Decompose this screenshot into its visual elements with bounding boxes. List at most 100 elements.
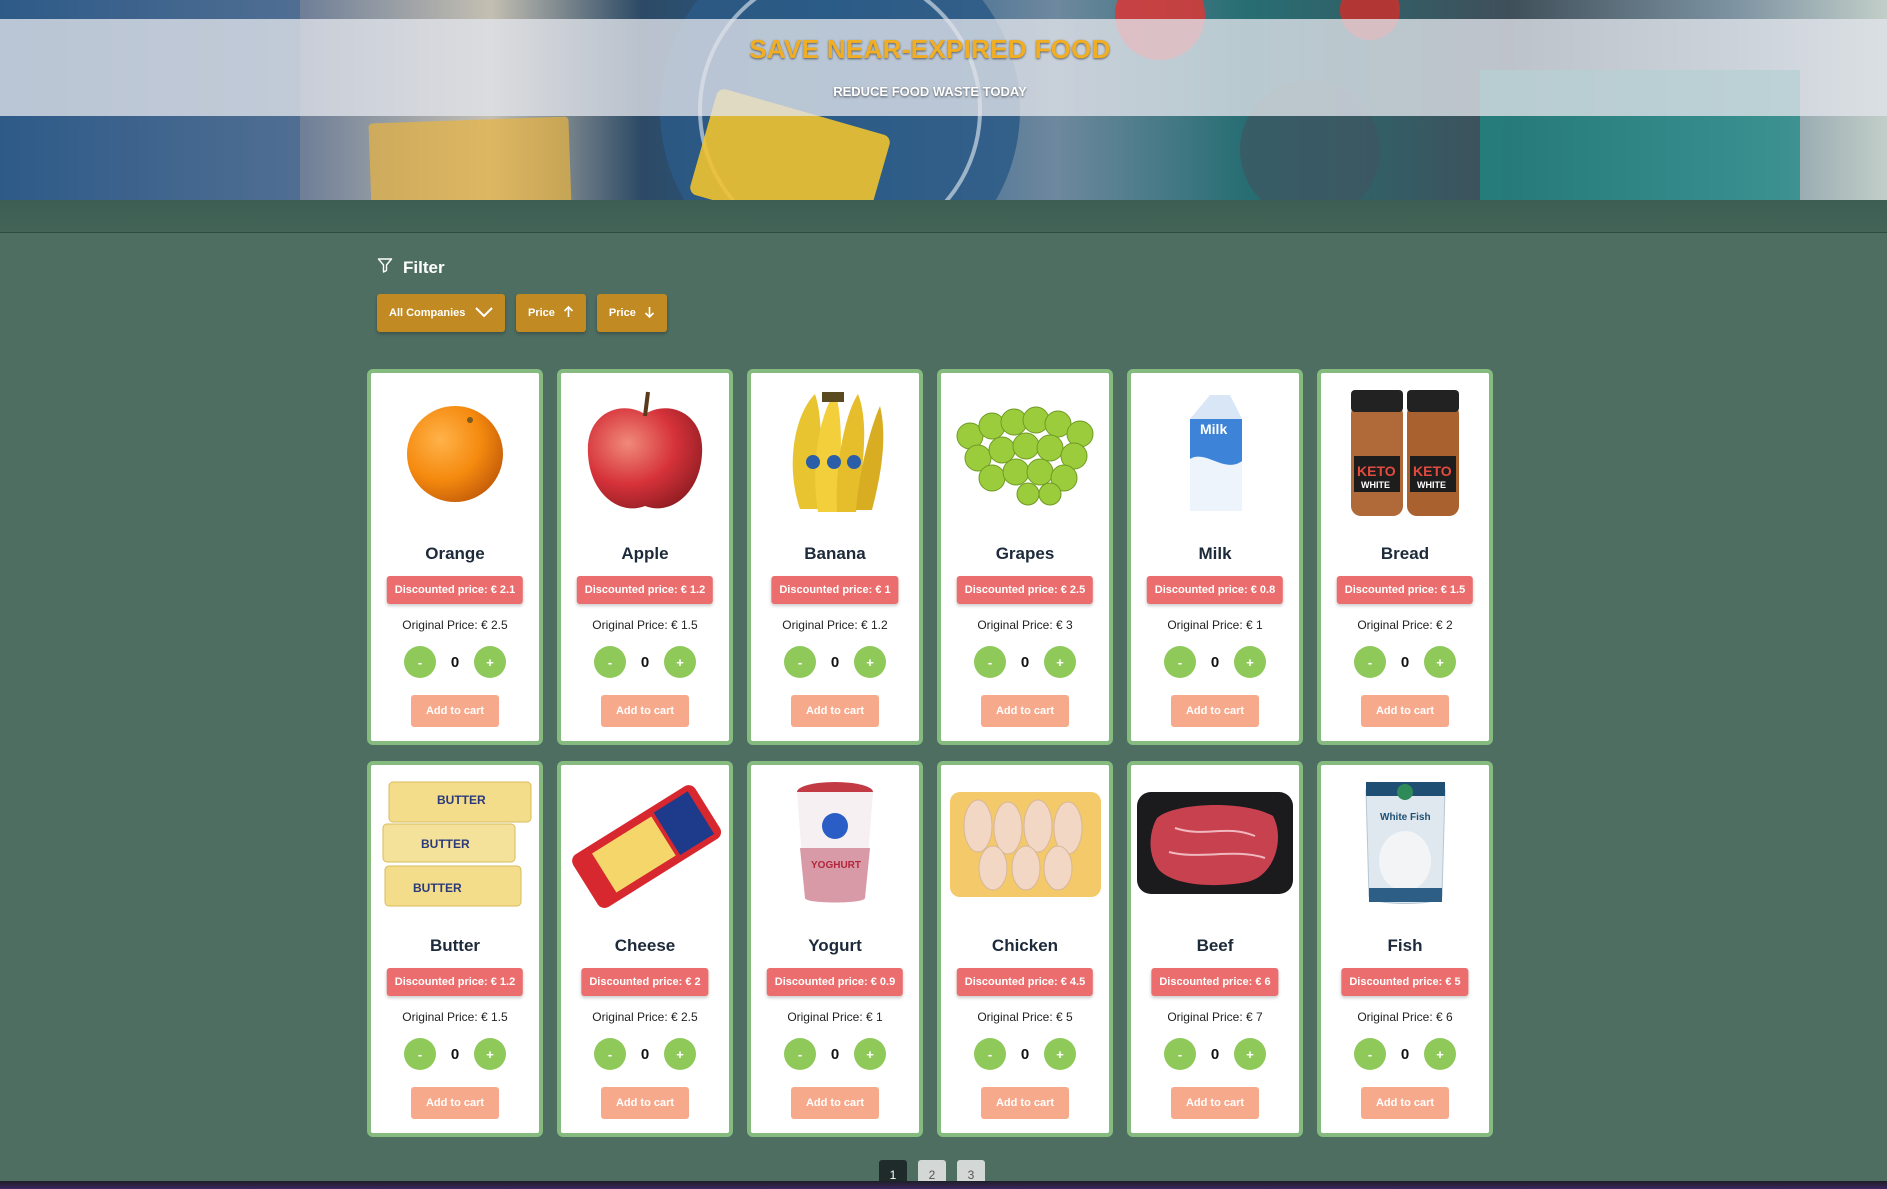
orange-icon: [371, 381, 539, 521]
page-title: SAVE NEAR-EXPIRED FOOD: [749, 34, 1111, 64]
grapes-icon: [941, 381, 1109, 521]
product-name: Bread: [1380, 544, 1430, 563]
quantity-stepper: - 0 +: [371, 646, 539, 678]
hero-banner: SAVE NEAR-EXPIRED FOOD REDUCE FOOD WASTE…: [0, 0, 1887, 200]
product-name: Milk: [1198, 544, 1232, 563]
quantity-value: 0: [830, 653, 840, 671]
yogurt-icon: YOGHURT: [751, 773, 919, 913]
filter-label: Filter: [403, 257, 445, 277]
quantity-stepper: - 0 +: [1321, 646, 1489, 678]
decrease-quantity-button[interactable]: -: [1354, 1038, 1386, 1070]
increase-quantity-button[interactable]: +: [664, 646, 696, 678]
discounted-price-badge: Discounted price: € 1.2: [576, 576, 714, 604]
original-price: Original Price: € 1.5: [402, 1010, 508, 1024]
decrease-quantity-button[interactable]: -: [404, 1038, 436, 1070]
discounted-price-badge: Discounted price: € 1: [771, 576, 899, 604]
decrease-quantity-button[interactable]: -: [974, 646, 1006, 678]
increase-quantity-button[interactable]: +: [1234, 646, 1266, 678]
beef-icon: [1131, 773, 1299, 913]
svg-text:KETO: KETO: [1357, 463, 1396, 479]
product-name: Banana: [804, 544, 866, 563]
filter-icon: [377, 257, 393, 278]
svg-text:BUTTER: BUTTER: [437, 793, 486, 807]
quantity-value: 0: [450, 653, 460, 671]
product-name: Grapes: [995, 544, 1055, 563]
svg-text:KETO: KETO: [1413, 463, 1452, 479]
increase-quantity-button[interactable]: +: [854, 646, 886, 678]
add-to-cart-button[interactable]: Add to cart: [1361, 695, 1449, 727]
quantity-value: 0: [1210, 653, 1220, 671]
quantity-value: 0: [1400, 653, 1410, 671]
add-to-cart-button[interactable]: Add to cart: [791, 1087, 879, 1119]
cheese-icon: JUUSTO: [561, 773, 729, 913]
add-to-cart-button[interactable]: Add to cart: [411, 1087, 499, 1119]
increase-quantity-button[interactable]: +: [1044, 646, 1076, 678]
sort-price-ascending-button[interactable]: Price: [516, 294, 586, 332]
increase-quantity-button[interactable]: +: [854, 1038, 886, 1070]
decrease-quantity-button[interactable]: -: [404, 646, 436, 678]
quantity-value: 0: [640, 1045, 650, 1063]
add-to-cart-button[interactable]: Add to cart: [411, 695, 499, 727]
quantity-stepper: - 0 +: [941, 646, 1109, 678]
product-card: Milk Milk Discounted price: € 0.8 Origin…: [1127, 369, 1303, 745]
increase-quantity-button[interactable]: +: [1044, 1038, 1076, 1070]
decrease-quantity-button[interactable]: -: [784, 646, 816, 678]
increase-quantity-button[interactable]: +: [474, 646, 506, 678]
company-select-value: All Companies: [389, 307, 466, 319]
discounted-price-badge: Discounted price: € 6: [1151, 968, 1279, 996]
page-subtitle: REDUCE FOOD WASTE TODAY: [833, 84, 1027, 99]
add-to-cart-button[interactable]: Add to cart: [791, 695, 879, 727]
decrease-quantity-button[interactable]: -: [594, 1038, 626, 1070]
product-card: Orange Discounted price: € 2.1 Original …: [367, 369, 543, 745]
add-to-cart-button[interactable]: Add to cart: [1171, 695, 1259, 727]
discounted-price-badge: Discounted price: € 2: [581, 968, 709, 996]
decrease-quantity-button[interactable]: -: [1354, 646, 1386, 678]
quantity-value: 0: [1020, 1045, 1030, 1063]
sort-price-descending-label: Price: [608, 307, 636, 319]
original-price: Original Price: € 2.5: [402, 618, 508, 632]
discounted-price-badge: Discounted price: € 0.9: [766, 968, 904, 996]
discounted-price-badge: Discounted price: € 4.5: [956, 968, 1094, 996]
original-price: Original Price: € 3: [977, 618, 1073, 632]
decrease-quantity-button[interactable]: -: [784, 1038, 816, 1070]
svg-text:BUTTER: BUTTER: [413, 881, 462, 895]
svg-text:WHITE: WHITE: [1417, 480, 1446, 490]
bread-icon: KETO KETO WHITE WHITE: [1321, 381, 1489, 521]
increase-quantity-button[interactable]: +: [1424, 1038, 1456, 1070]
apple-icon: [561, 381, 729, 521]
add-to-cart-button[interactable]: Add to cart: [601, 1087, 689, 1119]
svg-text:WHITE: WHITE: [1361, 480, 1390, 490]
fish-icon: White Fish: [1321, 773, 1489, 913]
company-select[interactable]: All Companies: [377, 294, 505, 332]
quantity-value: 0: [830, 1045, 840, 1063]
quantity-value: 0: [1020, 653, 1030, 671]
decrease-quantity-button[interactable]: -: [594, 646, 626, 678]
chevron-down-icon: [475, 306, 493, 321]
add-to-cart-button[interactable]: Add to cart: [601, 695, 689, 727]
arrow-up-icon: [563, 305, 574, 321]
decrease-quantity-button[interactable]: -: [1164, 1038, 1196, 1070]
decrease-quantity-button[interactable]: -: [974, 1038, 1006, 1070]
sort-price-ascending-label: Price: [528, 307, 555, 319]
increase-quantity-button[interactable]: +: [474, 1038, 506, 1070]
discounted-price-badge: Discounted price: € 2.5: [956, 576, 1094, 604]
increase-quantity-button[interactable]: +: [1424, 646, 1456, 678]
sort-price-descending-button[interactable]: Price: [596, 294, 667, 332]
decrease-quantity-button[interactable]: -: [1164, 646, 1196, 678]
milk-icon: Milk: [1131, 381, 1299, 521]
chicken-icon: [941, 773, 1109, 913]
add-to-cart-button[interactable]: Add to cart: [981, 1087, 1069, 1119]
add-to-cart-button[interactable]: Add to cart: [1171, 1087, 1259, 1119]
discounted-price-badge: Discounted price: € 2.1: [386, 576, 524, 604]
arrow-down-icon: [644, 306, 655, 321]
original-price: Original Price: € 2: [1357, 618, 1453, 632]
svg-text:White Fish: White Fish: [1380, 812, 1431, 823]
increase-quantity-button[interactable]: +: [664, 1038, 696, 1070]
window-bottom-edge: [0, 1181, 1887, 1189]
quantity-value: 0: [640, 653, 650, 671]
product-name: Yogurt: [808, 936, 862, 955]
increase-quantity-button[interactable]: +: [1234, 1038, 1266, 1070]
quantity-stepper: - 0 +: [561, 1038, 729, 1070]
add-to-cart-button[interactable]: Add to cart: [1361, 1087, 1449, 1119]
add-to-cart-button[interactable]: Add to cart: [981, 695, 1069, 727]
